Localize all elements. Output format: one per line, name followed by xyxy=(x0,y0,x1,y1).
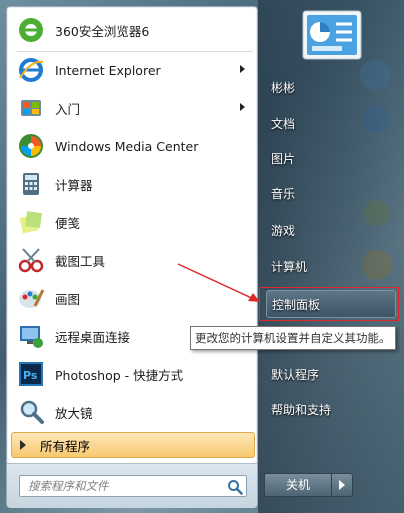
place-music[interactable]: 音乐 xyxy=(266,180,396,208)
annotation-highlight-box xyxy=(259,287,399,321)
snipping-tool-icon xyxy=(15,244,47,276)
program-label: Windows Media Center xyxy=(55,138,199,154)
svg-text:Ps: Ps xyxy=(23,369,38,382)
search-area xyxy=(7,463,257,508)
shutdown-options-button[interactable] xyxy=(331,473,353,497)
search-icon[interactable] xyxy=(227,479,243,495)
program-item-media-center[interactable]: Windows Media Center xyxy=(11,129,253,163)
program-item-internet-explorer[interactable]: Internet Explorer xyxy=(11,53,253,87)
search-input[interactable] xyxy=(19,475,247,497)
program-item-magnifier[interactable]: 放大镜 xyxy=(11,395,253,429)
annotation-arrow-icon xyxy=(177,263,260,302)
program-label: Photoshop - 快捷方式 xyxy=(55,367,184,383)
control-panel-tooltip: 更改您的计算机设置并自定义其功能。 xyxy=(190,326,396,350)
all-programs-button[interactable]: 所有程序 xyxy=(11,432,255,458)
place-documents[interactable]: 文档 xyxy=(266,110,396,138)
place-pictures[interactable]: 图片 xyxy=(266,145,396,173)
divider xyxy=(17,51,253,52)
program-label: 360安全浏览器6 xyxy=(55,23,150,39)
program-item-getting-started[interactable]: 入门 xyxy=(11,91,253,125)
media-center-icon xyxy=(15,130,47,162)
control-panel-picture-icon xyxy=(302,10,362,60)
360-browser-icon xyxy=(15,14,47,46)
program-item-sticky-notes[interactable]: 便笺 xyxy=(11,205,253,239)
paint-icon xyxy=(15,282,47,314)
all-programs-label: 所有程序 xyxy=(40,438,91,454)
program-item-calculator[interactable]: 计算器 xyxy=(11,167,253,201)
calculator-icon xyxy=(15,168,47,200)
program-label: 便笺 xyxy=(55,215,81,231)
place-user-folder[interactable]: 彬彬 xyxy=(266,74,396,102)
internet-explorer-icon xyxy=(15,54,47,86)
program-label: 截图工具 xyxy=(55,253,106,269)
programs-panel: 360安全浏览器6 Internet Explorer 入门 Windows M… xyxy=(6,6,258,508)
place-help-and-support[interactable]: 帮助和支持 xyxy=(266,396,396,424)
place-computer[interactable]: 计算机 xyxy=(266,253,396,281)
place-default-programs[interactable]: 默认程序 xyxy=(266,361,396,389)
magnifier-icon xyxy=(15,396,47,428)
sticky-notes-icon xyxy=(15,206,47,238)
program-label: 画图 xyxy=(55,291,81,307)
program-item-photoshop[interactable]: Ps Photoshop - 快捷方式 xyxy=(11,357,253,391)
program-label: Internet Explorer xyxy=(55,62,161,78)
program-label: 远程桌面连接 xyxy=(55,329,131,345)
place-games[interactable]: 游戏 xyxy=(266,217,396,245)
program-item-360-browser[interactable]: 360安全浏览器6 xyxy=(11,13,253,47)
submenu-arrow-icon xyxy=(240,65,245,73)
getting-started-icon xyxy=(15,92,47,124)
photoshop-icon: Ps xyxy=(15,358,47,390)
submenu-arrow-icon xyxy=(240,103,245,111)
expand-arrow-icon xyxy=(20,440,26,450)
program-label: 计算器 xyxy=(55,177,93,193)
program-label: 放大镜 xyxy=(55,405,93,421)
remote-desktop-icon xyxy=(15,320,47,352)
shutdown-button[interactable]: 关机 xyxy=(264,473,332,497)
start-menu: 360安全浏览器6 Internet Explorer 入门 Windows M… xyxy=(0,0,404,513)
program-label: 入门 xyxy=(55,101,81,117)
chevron-right-icon xyxy=(339,480,345,490)
